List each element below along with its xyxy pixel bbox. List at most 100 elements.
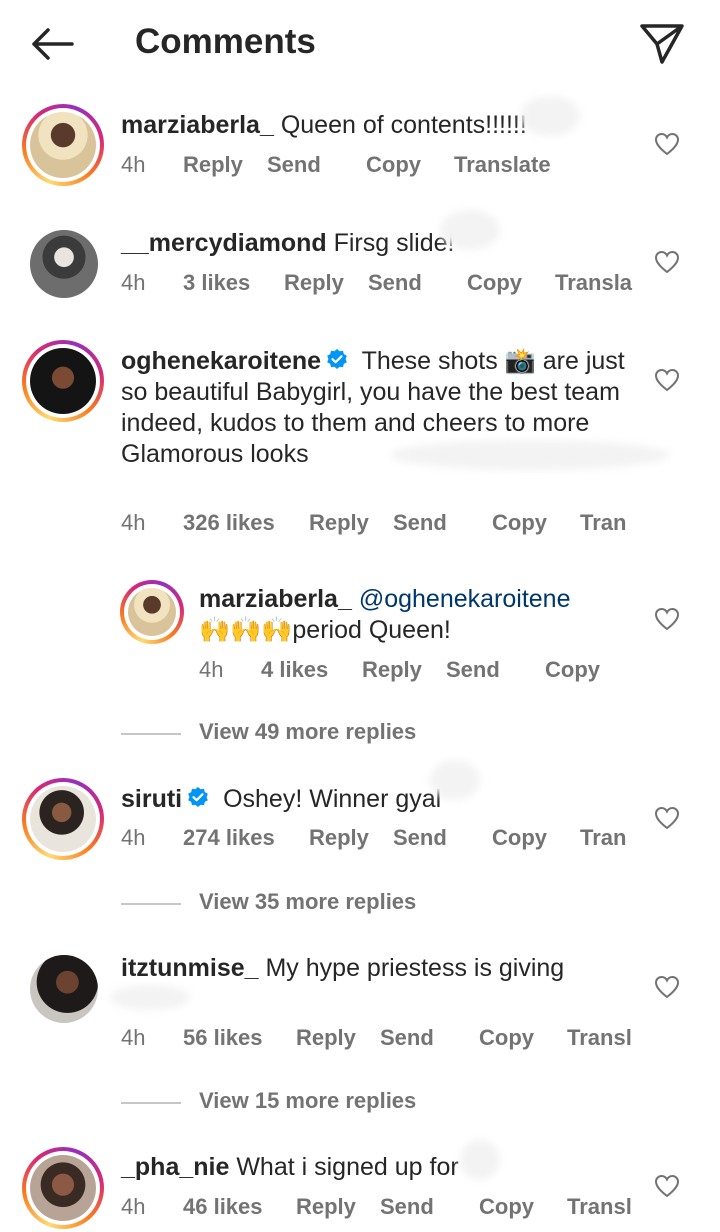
send-button[interactable]: Send xyxy=(267,152,321,178)
comment-username[interactable]: oghenekaroitene xyxy=(121,347,321,375)
avatar[interactable] xyxy=(22,778,104,860)
avatar[interactable] xyxy=(22,340,104,422)
comment-username[interactable]: itztunmise_ xyxy=(121,954,259,982)
redaction-smudge xyxy=(390,440,670,470)
comment-body: 🙌🙌🙌period Queen! xyxy=(199,616,451,644)
translate-button[interactable]: Tran xyxy=(580,510,626,536)
copy-button[interactable]: Copy xyxy=(467,270,522,296)
avatar[interactable] xyxy=(30,230,98,298)
translate-button[interactable]: Translate xyxy=(454,152,551,178)
comment-username[interactable]: siruti xyxy=(121,785,182,813)
comment-time: 4h xyxy=(121,1194,146,1219)
likes-count[interactable]: 56 likes xyxy=(183,1025,263,1051)
comment-time: 4h xyxy=(121,510,146,535)
comment-time: 4h xyxy=(199,657,224,682)
reply-button[interactable]: Reply xyxy=(309,510,369,536)
redaction-smudge xyxy=(440,210,500,250)
comment-time: 4h xyxy=(121,1025,146,1050)
comment-time: 4h xyxy=(121,270,146,295)
likes-count[interactable]: 4 likes xyxy=(261,657,328,683)
comment-body: Oshey! Winner gyal xyxy=(223,785,442,813)
back-arrow-icon xyxy=(32,28,74,60)
redaction-smudge xyxy=(520,96,580,136)
heart-icon[interactable] xyxy=(654,975,680,999)
direct-send-icon xyxy=(640,24,684,64)
reply-button[interactable]: Reply xyxy=(183,152,243,178)
divider-line xyxy=(121,1102,181,1104)
header-bar: Comments xyxy=(0,0,720,90)
copy-button[interactable]: Copy xyxy=(366,152,421,178)
copy-button[interactable]: Copy xyxy=(479,1194,534,1220)
send-button[interactable]: Send xyxy=(446,657,500,683)
translate-button[interactable]: Tran xyxy=(580,825,626,851)
verified-badge-icon xyxy=(327,349,347,369)
divider-line xyxy=(121,733,181,735)
send-button[interactable]: Send xyxy=(393,825,447,851)
comment-actions: 4h 3 likes Reply Send Copy Transla xyxy=(121,270,641,300)
reply-button[interactable]: Reply xyxy=(309,825,369,851)
avatar[interactable] xyxy=(30,955,98,1023)
comment-actions: 4h 56 likes Reply Send Copy Transl xyxy=(121,1025,641,1055)
send-button[interactable]: Send xyxy=(393,510,447,536)
comment-actions: 4h 326 likes Reply Send Copy Tran xyxy=(121,510,641,540)
likes-count[interactable]: 326 likes xyxy=(183,510,275,536)
comment-text: __mercydiamond Firsg slide! xyxy=(121,228,641,259)
comment-time: 4h xyxy=(121,825,146,850)
translate-button[interactable]: Transla xyxy=(555,270,632,296)
direct-share-button[interactable] xyxy=(638,20,686,68)
copy-button[interactable]: Copy xyxy=(479,1025,534,1051)
comment-username[interactable]: __mercydiamond xyxy=(121,229,327,257)
heart-icon[interactable] xyxy=(654,1174,680,1198)
comment-body: What i signed up for xyxy=(236,1153,459,1181)
mention-link[interactable]: @oghenekaroitene xyxy=(359,585,571,613)
back-button[interactable] xyxy=(28,24,78,64)
comment-time: 4h xyxy=(121,152,146,177)
comment-body: My hype priestess is giving xyxy=(265,954,565,982)
likes-count[interactable]: 3 likes xyxy=(183,270,250,296)
divider-line xyxy=(121,903,181,905)
view-more-label: View 15 more replies xyxy=(199,1088,417,1113)
view-more-label: View 49 more replies xyxy=(199,719,417,744)
send-button[interactable]: Send xyxy=(380,1194,434,1220)
comment-text: marziaberla_ @oghenekaroitene 🙌🙌🙌period … xyxy=(199,584,639,646)
page-title: Comments xyxy=(135,22,316,61)
comment-body: Queen of contents!!!!!! xyxy=(280,111,527,139)
redaction-smudge xyxy=(460,1140,500,1180)
comment-username[interactable]: marziaberla_ xyxy=(199,585,352,613)
translate-button[interactable]: Transl xyxy=(567,1194,632,1220)
heart-icon[interactable] xyxy=(654,607,680,631)
comment-username[interactable]: _pha_nie xyxy=(121,1153,229,1181)
comment-actions: 4h 4 likes Reply Send Copy xyxy=(199,657,639,687)
reply-button[interactable]: Reply xyxy=(296,1194,356,1220)
comment-text: _pha_nie What i signed up for xyxy=(121,1152,641,1183)
comment-actions: 4h Reply Send Copy Translate xyxy=(121,152,641,182)
avatar[interactable] xyxy=(120,580,184,644)
send-button[interactable]: Send xyxy=(380,1025,434,1051)
heart-icon[interactable] xyxy=(654,132,680,156)
likes-count[interactable]: 46 likes xyxy=(183,1194,263,1220)
reply-button[interactable]: Reply xyxy=(362,657,422,683)
copy-button[interactable]: Copy xyxy=(545,657,600,683)
redaction-smudge xyxy=(110,985,190,1010)
copy-button[interactable]: Copy xyxy=(492,825,547,851)
comment-actions: 4h 274 likes Reply Send Copy Tran xyxy=(121,825,641,855)
comment-actions: 4h 46 likes Reply Send Copy Transl xyxy=(121,1194,641,1224)
comment-username[interactable]: marziaberla_ xyxy=(121,111,274,139)
heart-icon[interactable] xyxy=(654,806,680,830)
comment-text: itztunmise_ My hype priestess is giving xyxy=(121,953,641,984)
heart-icon[interactable] xyxy=(654,368,680,392)
reply-button[interactable]: Reply xyxy=(296,1025,356,1051)
avatar[interactable] xyxy=(22,1147,104,1229)
heart-icon[interactable] xyxy=(654,250,680,274)
avatar[interactable] xyxy=(22,104,104,186)
reply-button[interactable]: Reply xyxy=(284,270,344,296)
view-more-label: View 35 more replies xyxy=(199,889,417,914)
copy-button[interactable]: Copy xyxy=(492,510,547,536)
send-button[interactable]: Send xyxy=(368,270,422,296)
verified-badge-icon xyxy=(188,787,208,807)
likes-count[interactable]: 274 likes xyxy=(183,825,275,851)
translate-button[interactable]: Transl xyxy=(567,1025,632,1051)
redaction-smudge xyxy=(430,760,480,800)
comment-body: Firsg slide! xyxy=(333,229,455,257)
comment-text: siruti Oshey! Winner gyal xyxy=(121,784,641,815)
